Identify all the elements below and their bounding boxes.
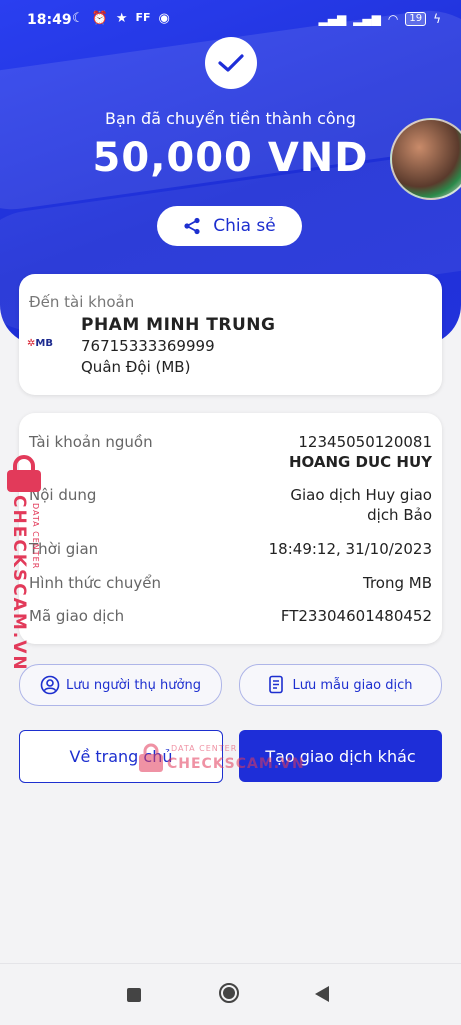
alarm-icon: ⏰ bbox=[91, 11, 108, 26]
watermark: DATA CENTER CHECKSCAM.VN bbox=[137, 742, 304, 782]
document-icon bbox=[269, 675, 284, 694]
status-bar: 18:49 ☾ ⏰ ★ FF ◉ ▂▄▆ ▂▄▆ ◠ 19 ϟ bbox=[0, 0, 461, 42]
system-navigation-bar bbox=[0, 963, 461, 1025]
source-account-label: Tài khoản nguồn bbox=[29, 433, 153, 451]
watermark: CHECKSCAM.VN DATA CENTER bbox=[3, 455, 45, 672]
wifi-icon: ◠ bbox=[387, 12, 399, 26]
time-value: 18:49:12, 31/10/2023 bbox=[268, 540, 432, 558]
transfer-method-label: Hình thức chuyển bbox=[29, 574, 162, 592]
watermark-brand: CHECKSCAM.VN bbox=[9, 495, 29, 672]
messenger-icon: ◉ bbox=[158, 11, 170, 26]
content-value-line2: dịch Bảo bbox=[367, 506, 432, 524]
ff-icon: FF bbox=[135, 11, 151, 24]
recipient-account-number: 76715333369999 bbox=[81, 337, 215, 355]
home-nav-button[interactable] bbox=[219, 983, 239, 1003]
share-label: Chia sẻ bbox=[213, 216, 276, 236]
watermark-sub: DATA CENTER bbox=[171, 744, 238, 753]
watermark-sub: DATA CENTER bbox=[31, 503, 40, 570]
destination-account-card: Đến tài khoản ✲MB PHAM MINH TRUNG 767153… bbox=[19, 274, 442, 395]
success-message: Bạn đã chuyển tiền thành công bbox=[105, 109, 356, 128]
save-beneficiary-button[interactable]: Lưu người thụ hưởng bbox=[19, 664, 222, 706]
mb-bank-logo: ✲MB bbox=[27, 338, 53, 349]
recipient-name: PHAM MINH TRUNG bbox=[81, 315, 276, 335]
share-button[interactable]: Chia sẻ bbox=[157, 206, 302, 246]
notification-icons: ☾ ⏰ ★ FF ◉ bbox=[72, 11, 170, 26]
lock-icon bbox=[7, 455, 41, 492]
recents-button[interactable] bbox=[127, 988, 141, 1002]
transaction-details-card: Tài khoản nguồn 12345050120081 HOANG DUC… bbox=[19, 413, 442, 644]
watermark-brand: CHECKSCAM.VN bbox=[167, 756, 305, 772]
recipient-bank: Quân Đội (MB) bbox=[81, 358, 191, 376]
transfer-method-value: Trong MB bbox=[362, 574, 432, 592]
transaction-id-value: FT23304601480452 bbox=[280, 607, 432, 625]
user-circle-icon bbox=[40, 675, 60, 695]
app-icon: ★ bbox=[115, 11, 128, 26]
save-template-label: Lưu mẫu giao dịch bbox=[292, 677, 413, 693]
lock-icon bbox=[139, 743, 163, 772]
back-button[interactable] bbox=[315, 986, 329, 1002]
status-time: 18:49 bbox=[27, 12, 72, 28]
save-template-button[interactable]: Lưu mẫu giao dịch bbox=[239, 664, 442, 706]
battery-icon: 19 bbox=[405, 12, 427, 26]
content-value: Giao dịch Huy giao bbox=[290, 486, 432, 504]
success-check-icon bbox=[205, 37, 257, 89]
source-account-name: HOANG DUC HUY bbox=[288, 453, 432, 471]
system-icons: ▂▄▆ ▂▄▆ ◠ 19 ϟ bbox=[318, 12, 441, 26]
signal-icon: ▂▄▆ bbox=[353, 12, 381, 26]
save-beneficiary-label: Lưu người thụ hưởng bbox=[66, 677, 201, 693]
destination-label: Đến tài khoản bbox=[29, 293, 135, 311]
charging-icon: ϟ bbox=[433, 12, 441, 26]
source-account-number: 12345050120081 bbox=[298, 433, 432, 451]
moon-icon: ☾ bbox=[72, 11, 84, 26]
share-icon bbox=[184, 217, 200, 235]
signal-icon: ▂▄▆ bbox=[318, 12, 347, 26]
